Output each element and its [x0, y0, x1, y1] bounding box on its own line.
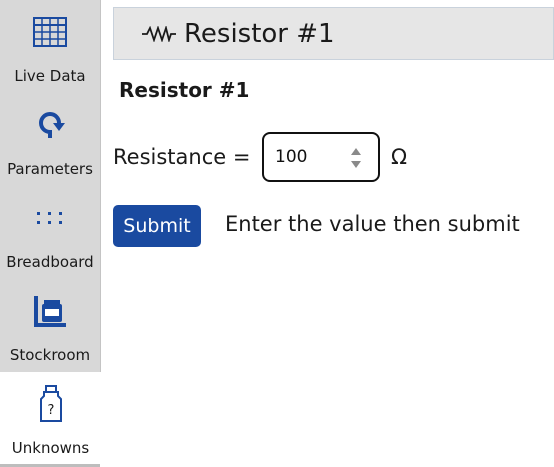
resistance-input-wrapper — [262, 132, 380, 182]
sidebar-item-label: Live Data — [14, 67, 86, 85]
section-title: Resistor #1 — [119, 78, 250, 102]
page-title: Resistor #1 — [184, 18, 335, 49]
sidebar-item-label: Breadboard — [6, 253, 94, 271]
sidebar-item-live-data[interactable]: Live Data — [0, 0, 100, 93]
dots-grid-icon — [30, 198, 70, 238]
resistor-icon — [142, 24, 176, 44]
resistance-input[interactable] — [273, 146, 347, 168]
sidebar-item-unknowns[interactable]: ? Unknowns — [0, 372, 101, 467]
rotate-arrow-icon — [30, 105, 70, 145]
jar-shelf-icon — [30, 291, 70, 331]
hint-text: Enter the value then submit — [225, 212, 520, 236]
question-bottle-icon: ? — [31, 384, 71, 424]
spinner-arrows-icon[interactable] — [350, 147, 362, 169]
sidebar-item-breadboard[interactable]: Breadboard — [0, 186, 100, 279]
sidebar-item-parameters[interactable]: Parameters — [0, 93, 100, 186]
unit-label: Ω — [391, 145, 408, 169]
submit-button[interactable]: Submit — [113, 205, 201, 247]
sidebar: Live Data Parameters Breadboard Stockroo… — [0, 0, 101, 467]
sidebar-item-label: Stockroom — [9, 346, 91, 364]
sidebar-item-label: Parameters — [7, 160, 93, 178]
sidebar-item-stockroom[interactable]: Stockroom — [0, 279, 100, 372]
title-bar: Resistor #1 — [113, 7, 554, 60]
resistance-label: Resistance = — [113, 145, 251, 169]
svg-text:?: ? — [47, 403, 54, 418]
sidebar-item-label: Unknowns — [11, 439, 90, 457]
grid-table-icon — [30, 12, 70, 52]
